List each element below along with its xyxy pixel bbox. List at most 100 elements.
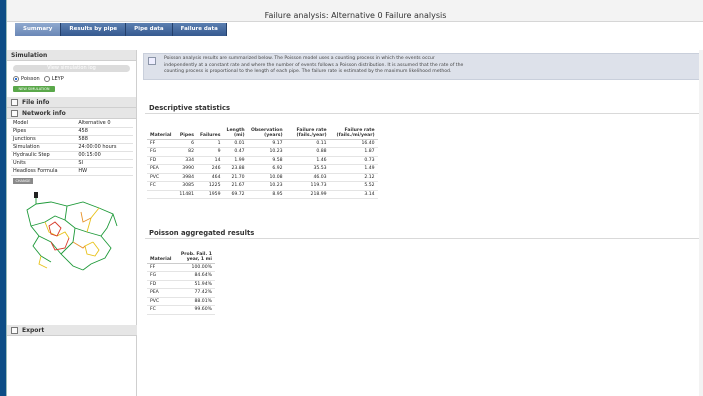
table-row: FC 99.60% (147, 305, 215, 315)
poisson-radio[interactable] (13, 76, 19, 82)
table-cell: FC (147, 305, 175, 315)
network-map[interactable] (21, 191, 121, 274)
tab-results-by-pipe[interactable]: Results by pipe (61, 23, 127, 36)
export-header[interactable]: Export (7, 325, 137, 336)
table-cell: 1.46 (285, 156, 330, 165)
table-cell: 23.88 (223, 164, 248, 174)
table-cell: 0.88 (285, 147, 330, 157)
network-info-header[interactable]: Network info (7, 108, 136, 119)
table-cell: 21.70 (223, 173, 248, 182)
table-cell: 6 (175, 139, 197, 148)
table-cell: 10.23 (247, 181, 286, 191)
network-info-table: Model Alternative 0 Pipes 458 Junctions 588… (11, 119, 133, 176)
collapse-icon (11, 109, 18, 117)
table-header-row: Material Pipes Failures Length (mi) Observat… (147, 126, 378, 140)
table-row: Junctions 588 (11, 135, 133, 144)
table-row: FF 6 1 0.01 9.17 0.11 16.40 (147, 139, 378, 148)
vertical-scrollbar[interactable] (699, 50, 703, 396)
export-label: Export (22, 326, 45, 334)
table-cell: FC (147, 181, 175, 191)
table-cell: 1.87 (329, 147, 378, 157)
table-cell: 464 (197, 173, 224, 182)
export-section: Export (7, 325, 137, 336)
change-button[interactable]: CHANGE (13, 177, 33, 184)
view-simulation-log-button[interactable]: View simulation log (13, 65, 130, 72)
table-row: PVC 88.01% (147, 297, 215, 306)
table-cell: 88.01% (175, 297, 215, 306)
descriptive-statistics-title: Descriptive statistics (149, 104, 231, 112)
kv-key: Model (11, 119, 77, 128)
new-simulation-button[interactable]: NEW SIMULATION (13, 86, 55, 92)
poisson-aggregated-table: Material Prob. Fail. 1 year, 1 mi FF 100.00… (147, 250, 215, 315)
kv-key: Pipes (11, 127, 77, 136)
table-row: FD 51.94% (147, 280, 215, 289)
kv-key: Simulation (11, 143, 77, 152)
table-row: PEA 3990 246 23.88 6.92 35.53 1.49 (147, 164, 378, 174)
file-info-header[interactable]: File info (7, 97, 136, 108)
tab-pipe-data[interactable]: Pipe data (126, 23, 173, 36)
table-cell: 6.92 (247, 164, 286, 174)
table-row: Hydraulic Step 00:15:00 (11, 151, 133, 160)
table-cell: 0.11 (285, 139, 330, 148)
poisson-label: Poisson (21, 76, 40, 82)
kv-value: 00:15:00 (76, 151, 133, 160)
title-bar: Failure analysis: Alternative 0 Failure … (7, 0, 703, 36)
table-cell: 69.72 (223, 190, 248, 199)
kv-key: Units (11, 159, 77, 168)
app-window: Failure analysis: Alternative 0 Failure … (6, 0, 703, 396)
kv-value: 458 (76, 127, 133, 136)
file-info-label: File info (22, 98, 50, 106)
kv-value: SI (76, 159, 133, 168)
table-cell: 14 (197, 156, 224, 165)
table-cell: 77.42% (175, 288, 215, 298)
table-row: Headloss Formula HW (11, 167, 133, 176)
table-cell: FG (147, 271, 175, 281)
table-cell: 21.67 (223, 181, 248, 191)
divider (145, 113, 703, 114)
table-cell: 51.94% (175, 280, 215, 289)
table-header-row: Material Prob. Fail. 1 year, 1 mi (147, 250, 215, 264)
table-cell: FF (147, 139, 175, 148)
table-cell: 0.73 (329, 156, 378, 165)
column-header: Failure rate (fails./year) (285, 126, 330, 140)
tab-summary[interactable]: Summary (15, 23, 62, 36)
table-cell: 0.01 (223, 139, 248, 148)
info-icon (148, 57, 156, 65)
table-cell: 84.64% (175, 271, 215, 281)
table-row: 11481 1959 69.72 8.95 218.99 3.14 (147, 190, 378, 199)
descriptive-statistics-table: Material Pipes Failures Length (mi) Observat… (147, 126, 378, 199)
kv-value: 24:00:00 hours (76, 143, 133, 152)
tab-failure-data[interactable]: Failure data (172, 23, 227, 36)
column-header: Observation (years) (247, 126, 286, 140)
table-cell: 2.12 (329, 173, 378, 182)
table-cell: 5.52 (329, 181, 378, 191)
table-cell (147, 190, 175, 199)
expand-icon (11, 98, 18, 106)
divider (145, 238, 703, 239)
table-cell: 3984 (175, 173, 197, 182)
table-cell: 1.49 (329, 164, 378, 174)
table-row: PVC 3984 464 21.70 10.08 46.03 2.12 (147, 173, 378, 182)
table-row: PEA 77.42% (147, 288, 215, 298)
leyp-radio[interactable] (43, 76, 50, 82)
network-info-label: Network info (22, 109, 66, 117)
poisson-aggregated-title: Poisson aggregated results (149, 229, 255, 237)
table-cell: 1225 (197, 181, 224, 191)
info-box: Poisson analysis results are summarized … (143, 53, 703, 80)
column-header: Length (mi) (223, 126, 248, 140)
table-cell: 3085 (175, 181, 197, 191)
kv-key: Junctions (11, 135, 77, 144)
column-header: Material (147, 250, 175, 264)
table-row: Simulation 24:00:00 hours (11, 143, 133, 152)
table-cell: PEA (147, 288, 175, 298)
column-header: Material (147, 126, 175, 140)
sidebar: Simulation View simulation log Poisson L… (7, 50, 137, 396)
table-cell: 10.23 (247, 147, 286, 157)
info-text: Poisson analysis results are summarized … (164, 56, 464, 74)
tab-bar: Summary Results by pipe Pipe data Failur… (15, 23, 227, 36)
table-cell: 16.40 (329, 139, 378, 148)
table-row: Model Alternative 0 (11, 119, 133, 128)
table-row: FG 82 9 0.47 10.23 0.88 1.87 (147, 147, 378, 157)
table-cell: 10.08 (247, 173, 286, 182)
table-cell: 9.17 (247, 139, 286, 148)
